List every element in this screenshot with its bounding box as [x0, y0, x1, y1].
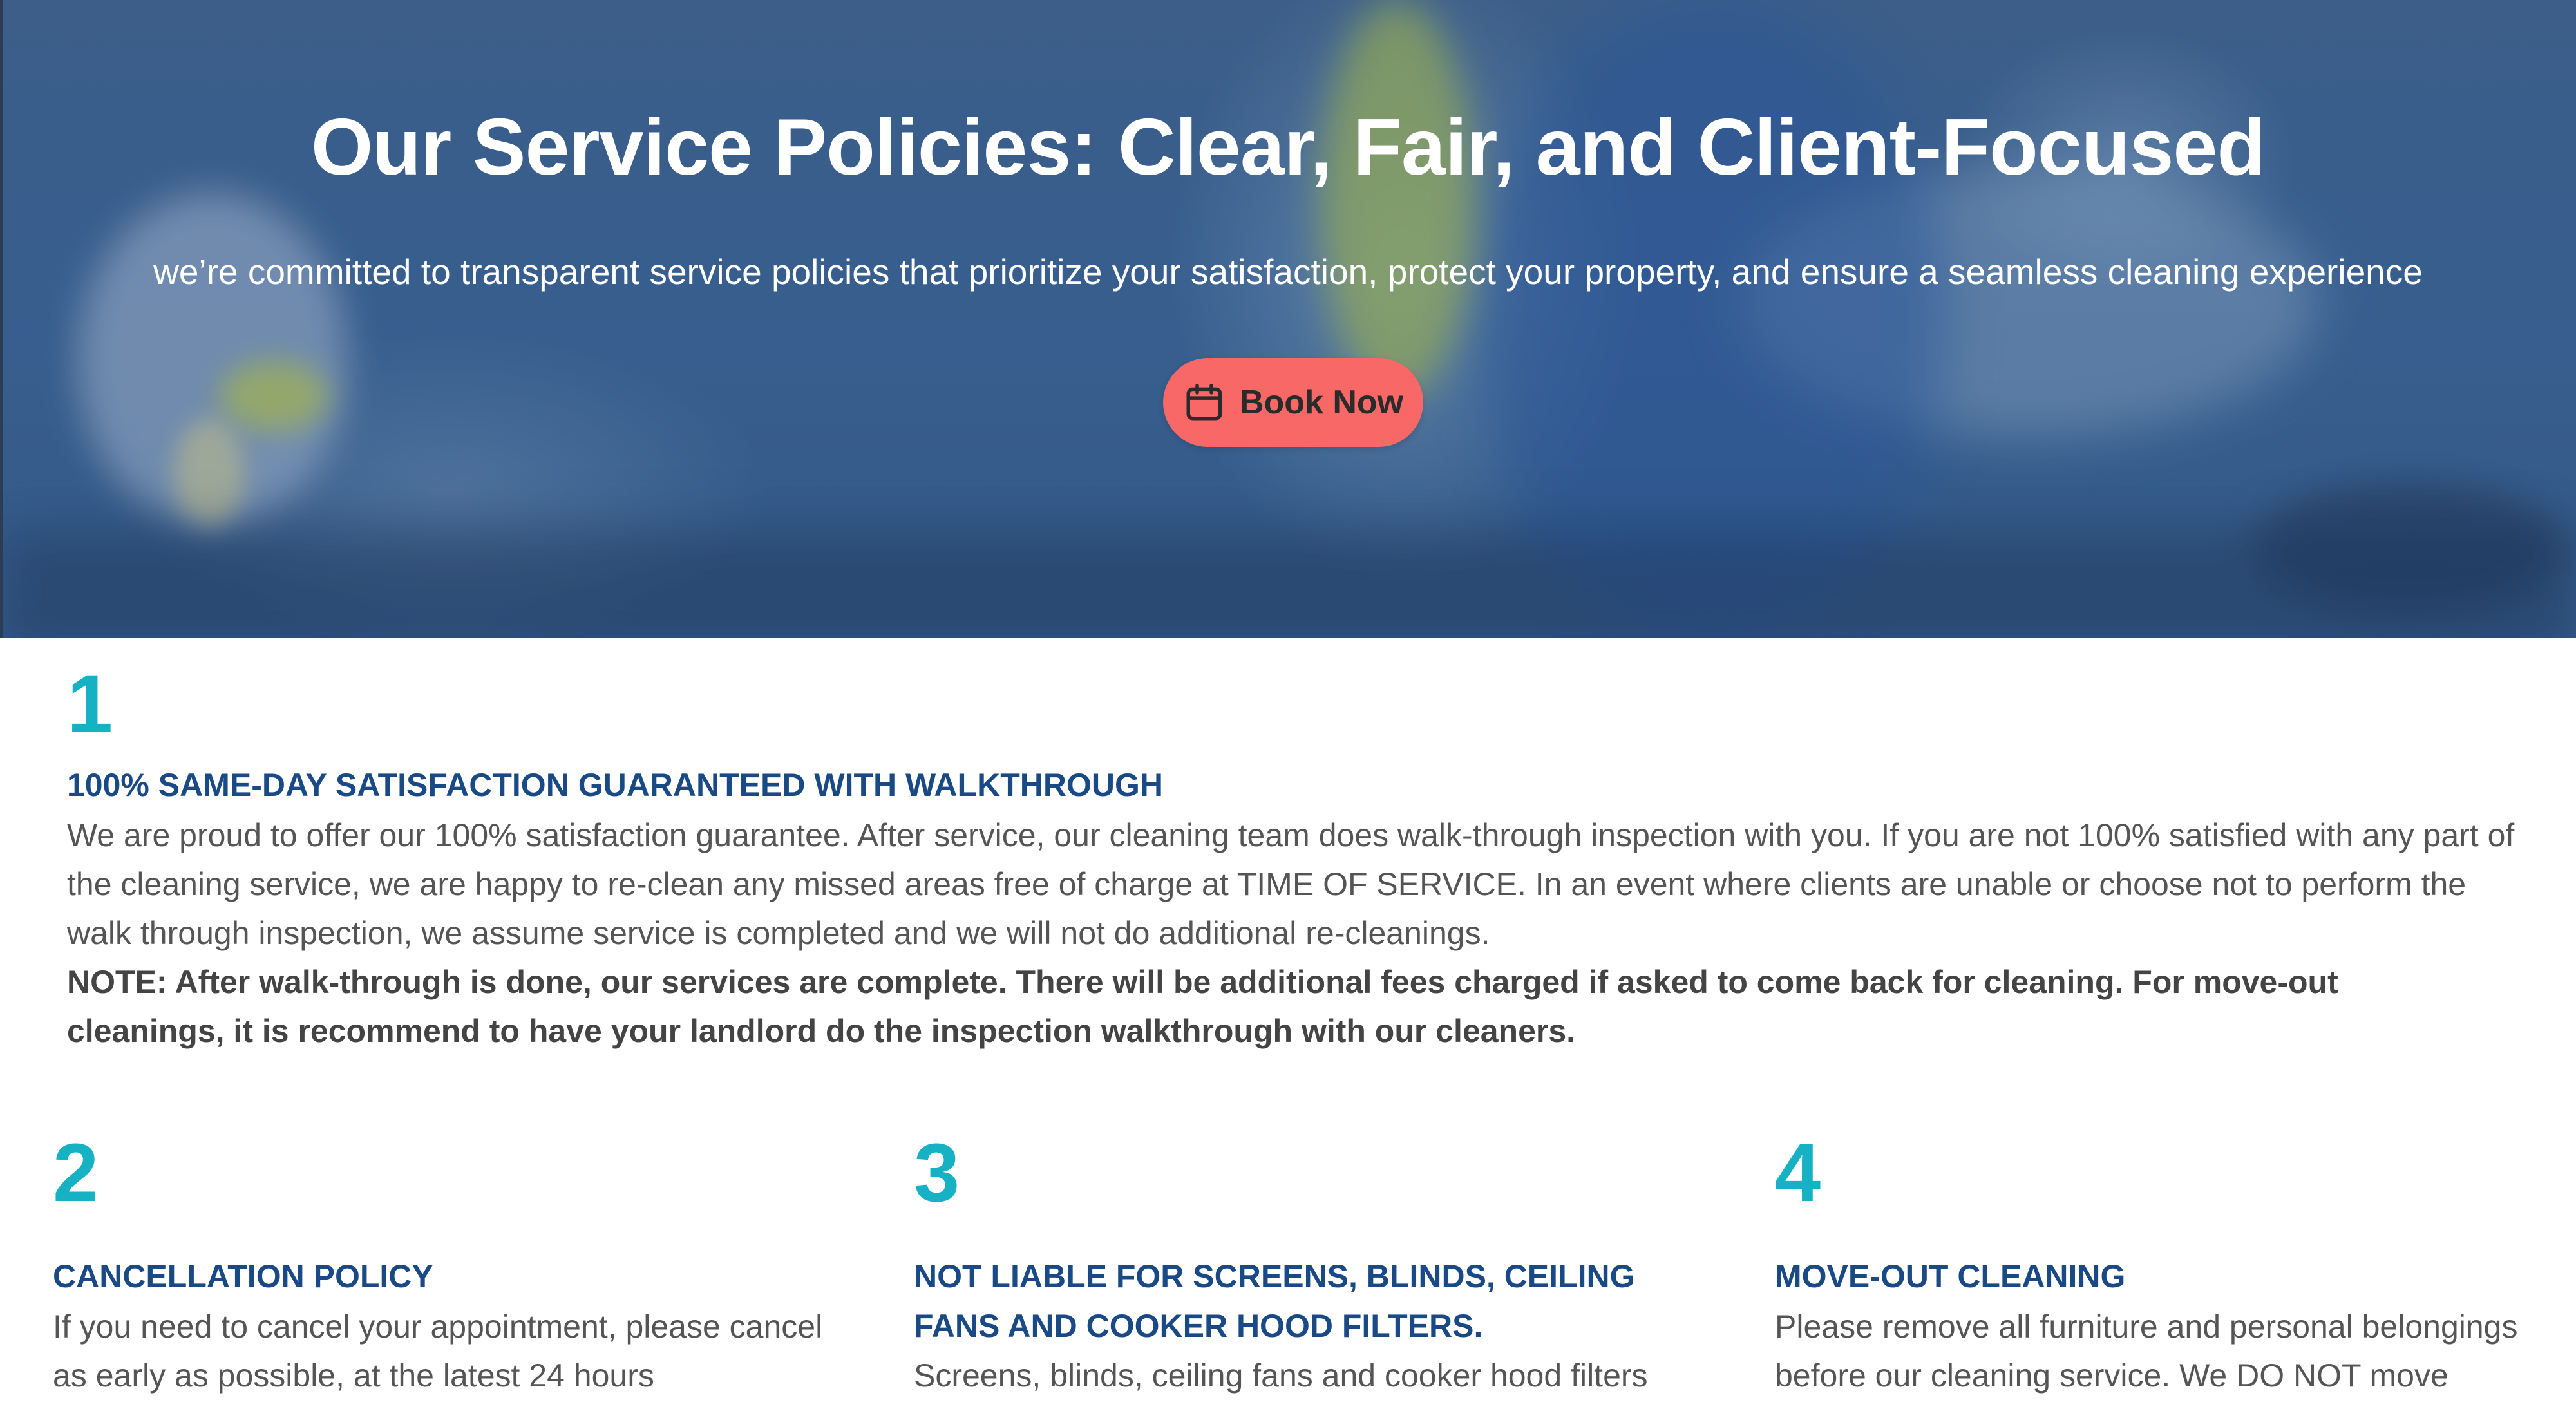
book-now-button[interactable]: Book Now: [1163, 358, 1423, 447]
calendar-icon: [1186, 384, 1222, 421]
policy-number: 4: [1775, 1127, 1821, 1219]
policy-number: 1: [67, 658, 113, 750]
policy-body: Screens, blinds, ceiling fans and cooker…: [914, 1357, 1648, 1394]
policy-title: MOVE-OUT CLEANING: [1775, 1258, 2126, 1294]
policy-body: We are proud to offer our 100% satisfact…: [67, 817, 2515, 951]
policy-title: 100% SAME-DAY SATISFACTION GUARANTEED WI…: [67, 767, 1163, 803]
policy-number: 3: [914, 1127, 960, 1219]
policy-note: NOTE: After walk-through is done, our se…: [67, 964, 2338, 1049]
hero-overlay: [0, 0, 2576, 638]
policy-number: 2: [53, 1127, 99, 1219]
book-now-label: Book Now: [1239, 384, 1404, 421]
policy-body: Please remove all furniture and personal…: [1775, 1309, 2518, 1394]
policy-title: CANCELLATION POLICY: [53, 1258, 433, 1294]
policy-body: If you need to cancel your appointment, …: [53, 1309, 823, 1394]
hero-subtitle: we’re committed to transparent service p…: [153, 252, 2423, 292]
page-title: Our Service Policies: Clear, Fair, and C…: [310, 103, 2266, 192]
hero-banner: Our Service Policies: Clear, Fair, and C…: [0, 0, 2576, 638]
hero-edge: [0, 0, 3, 638]
policy-title: NOT LIABLE FOR SCREENS, BLINDS, CEILING …: [914, 1258, 1635, 1344]
